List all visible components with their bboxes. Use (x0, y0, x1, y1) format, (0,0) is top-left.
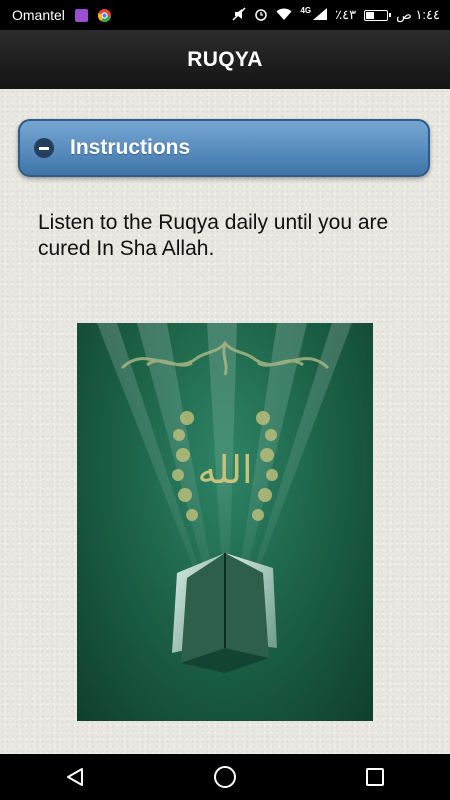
chrome-icon (97, 8, 111, 22)
battery-percent: ٪٤٣ (335, 7, 357, 22)
signal-icon (313, 7, 328, 23)
app-notification-icon (74, 8, 88, 22)
network-type: 4G (300, 5, 312, 15)
instructions-body: Listen to the Ruqya daily until you are … (38, 211, 389, 260)
recents-square-icon (366, 768, 384, 786)
carrier-name: Omantel (12, 7, 65, 23)
collapse-minus-icon[interactable] (34, 138, 54, 158)
wifi-icon (276, 8, 292, 23)
navigation-bar (0, 754, 450, 800)
clock: ١:٤٤ ص (396, 7, 440, 22)
back-triangle-icon (67, 768, 83, 786)
status-left: Omantel (12, 7, 111, 23)
app-bar: RUQYA (0, 30, 450, 89)
instructions-title: Instructions (70, 136, 191, 159)
alarm-icon (254, 7, 268, 24)
quran-image: الله (77, 323, 373, 721)
main-content[interactable]: Instructions Listen to the Ruqya daily u… (0, 89, 450, 754)
app-title: RUQYA (187, 47, 263, 71)
back-button[interactable] (55, 757, 95, 797)
recents-button[interactable] (355, 757, 395, 797)
status-bar: Omantel 4G ٪٤٣ ١:٤٤ ص (0, 0, 450, 30)
allah-calligraphy: الله (197, 448, 252, 492)
battery-icon (364, 9, 392, 21)
mute-icon (232, 6, 246, 24)
instructions-header[interactable]: Instructions (18, 119, 430, 177)
status-right: 4G ٪٤٣ ١:٤٤ ص (232, 5, 440, 24)
home-circle-icon (214, 766, 236, 788)
home-button[interactable] (205, 757, 245, 797)
quran-illustration: الله (97, 323, 352, 673)
